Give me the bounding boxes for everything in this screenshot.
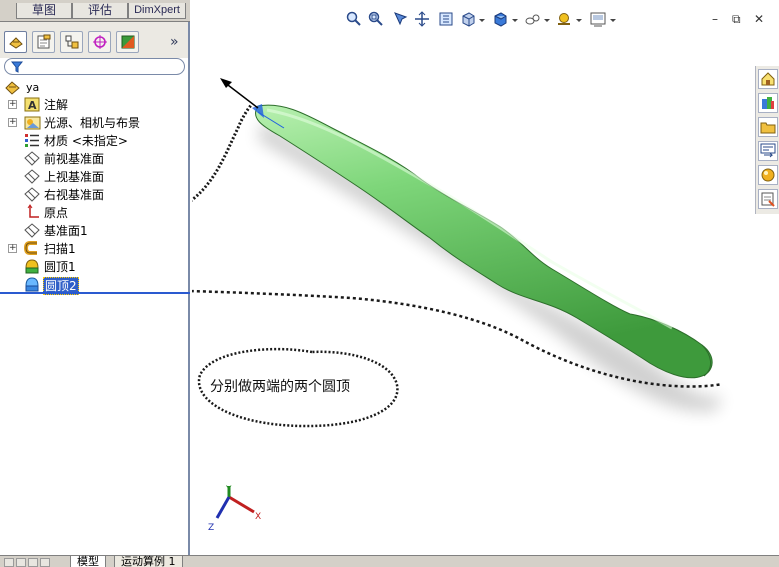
plane-icon <box>24 169 40 184</box>
property-manager-icon <box>37 34 51 49</box>
file-explorer-button[interactable] <box>758 117 778 137</box>
rollback-bar[interactable] <box>0 292 190 294</box>
green-swept-body[interactable] <box>255 104 713 379</box>
model-canvas: X Y Z <box>192 78 723 533</box>
filter-icon <box>11 61 23 73</box>
next-tab-button[interactable] <box>28 558 38 567</box>
design-library-icon <box>762 97 774 109</box>
tree-item-label: 右视基准面 <box>44 188 105 202</box>
tree-item-dome1[interactable]: 圆顶1 <box>0 258 188 276</box>
feature-manager-icon <box>9 37 23 49</box>
first-tab-button[interactable] <box>4 558 14 567</box>
view-palette-button[interactable] <box>758 141 778 161</box>
solidworks-resources-button[interactable] <box>758 69 778 89</box>
tree-item-plane1[interactable]: 基准面1 <box>0 222 188 240</box>
tree-item-label: 扫描1 <box>44 242 76 256</box>
expand-toggle[interactable]: + <box>8 100 17 109</box>
tree-item-label: 注解 <box>44 98 69 112</box>
plane-icon <box>24 223 40 238</box>
dome-icon <box>25 277 39 292</box>
bottom-tab-bar: 模型 运动算例 1 <box>0 555 779 567</box>
annotation-text: 分别做两端的两个圆顶 <box>210 379 350 395</box>
tree-item-label: 材质 <未指定> <box>44 134 128 148</box>
command-manager-tabs: 草图 评估 DimXpert <box>0 0 190 22</box>
tree-item-material[interactable]: 材质 <未指定> <box>0 132 188 150</box>
tab-model[interactable]: 模型 <box>70 556 106 567</box>
tree-item-origin[interactable]: 原点 <box>0 204 188 222</box>
triad-x-label: X <box>255 512 261 522</box>
task-pane <box>755 66 779 214</box>
sweep-icon <box>24 241 37 255</box>
panel-toolbar: » <box>0 22 188 58</box>
dimxpert-manager-icon <box>93 35 107 49</box>
tree-filter-input[interactable] <box>4 58 185 75</box>
tab-sketch[interactable]: 草图 <box>16 3 72 19</box>
expand-toggle[interactable]: + <box>8 118 17 127</box>
tree-item-label: 原点 <box>44 206 69 220</box>
part-icon <box>5 81 20 95</box>
display-manager-icon <box>121 35 135 49</box>
tree-item-label: 上视基准面 <box>44 170 105 184</box>
tree-item-lights-cameras[interactable]: + 光源、相机与布景 <box>0 114 188 132</box>
plane-icon <box>24 151 40 166</box>
tree-item-sweep1[interactable]: + 扫描1 <box>0 240 188 258</box>
annotations-icon: A <box>24 97 40 112</box>
appearance-sphere-icon <box>761 168 775 182</box>
prev-tab-button[interactable] <box>16 558 26 567</box>
custom-properties-icon <box>761 192 775 207</box>
plane-icon <box>24 187 40 202</box>
feature-manager-panel: » ya + A 注解 + 光源、相机与布景 材质 <未指定> 前视基准面 上视… <box>0 22 190 557</box>
view-palette-icon <box>760 143 776 158</box>
custom-properties-button[interactable] <box>758 189 778 209</box>
svg-text:A: A <box>28 99 37 112</box>
tree-item-top-plane[interactable]: 上视基准面 <box>0 168 188 186</box>
last-tab-button[interactable] <box>40 558 50 567</box>
close-button[interactable]: ✕ <box>754 12 764 26</box>
configuration-manager-icon <box>65 35 79 49</box>
feature-manager-tab[interactable] <box>4 31 27 53</box>
tree-item-label: 前视基准面 <box>44 152 105 166</box>
home-icon <box>761 72 775 86</box>
more-tabs-button[interactable]: » <box>170 34 179 50</box>
tab-motion-study-1[interactable]: 运动算例 1 <box>114 556 183 567</box>
triad-z-label: Z <box>208 523 214 533</box>
expand-toggle[interactable]: + <box>8 244 17 253</box>
triad-y-label: Y <box>225 485 232 495</box>
folder-icon <box>760 122 776 134</box>
sketch-pointer-to-dome1 <box>192 103 254 202</box>
material-icon <box>25 134 39 147</box>
display-manager-tab[interactable] <box>116 31 139 53</box>
appearances-scenes-button[interactable] <box>758 165 778 185</box>
dimxpert-manager-tab[interactable] <box>88 31 111 53</box>
tree-item-annotations[interactable]: + A 注解 <box>0 96 188 114</box>
direction-arrow <box>223 81 259 109</box>
tree-item-label: 基准面1 <box>44 224 88 238</box>
lights-cameras-icon <box>24 116 41 130</box>
tree-root-part[interactable]: ya <box>0 79 188 97</box>
graphics-area[interactable]: – ⧉ ✕ X Y Z 分别做两端的两个圆顶 <box>192 0 779 555</box>
tree-item-front-plane[interactable]: 前视基准面 <box>0 150 188 168</box>
dome-icon <box>25 259 39 274</box>
tab-evaluate[interactable]: 评估 <box>72 3 128 19</box>
tree-item-label: 圆顶1 <box>44 260 76 274</box>
tree-root-label: ya <box>26 81 40 94</box>
origin-icon <box>27 204 39 218</box>
tab-dimxpert[interactable]: DimXpert <box>128 3 186 19</box>
coordinate-triad <box>215 486 255 519</box>
tree-item-label: 光源、相机与布景 <box>44 116 141 130</box>
configuration-manager-tab[interactable] <box>60 31 83 53</box>
design-library-button[interactable] <box>758 93 778 113</box>
property-manager-tab[interactable] <box>32 31 55 53</box>
tree-item-right-plane[interactable]: 右视基准面 <box>0 186 188 204</box>
